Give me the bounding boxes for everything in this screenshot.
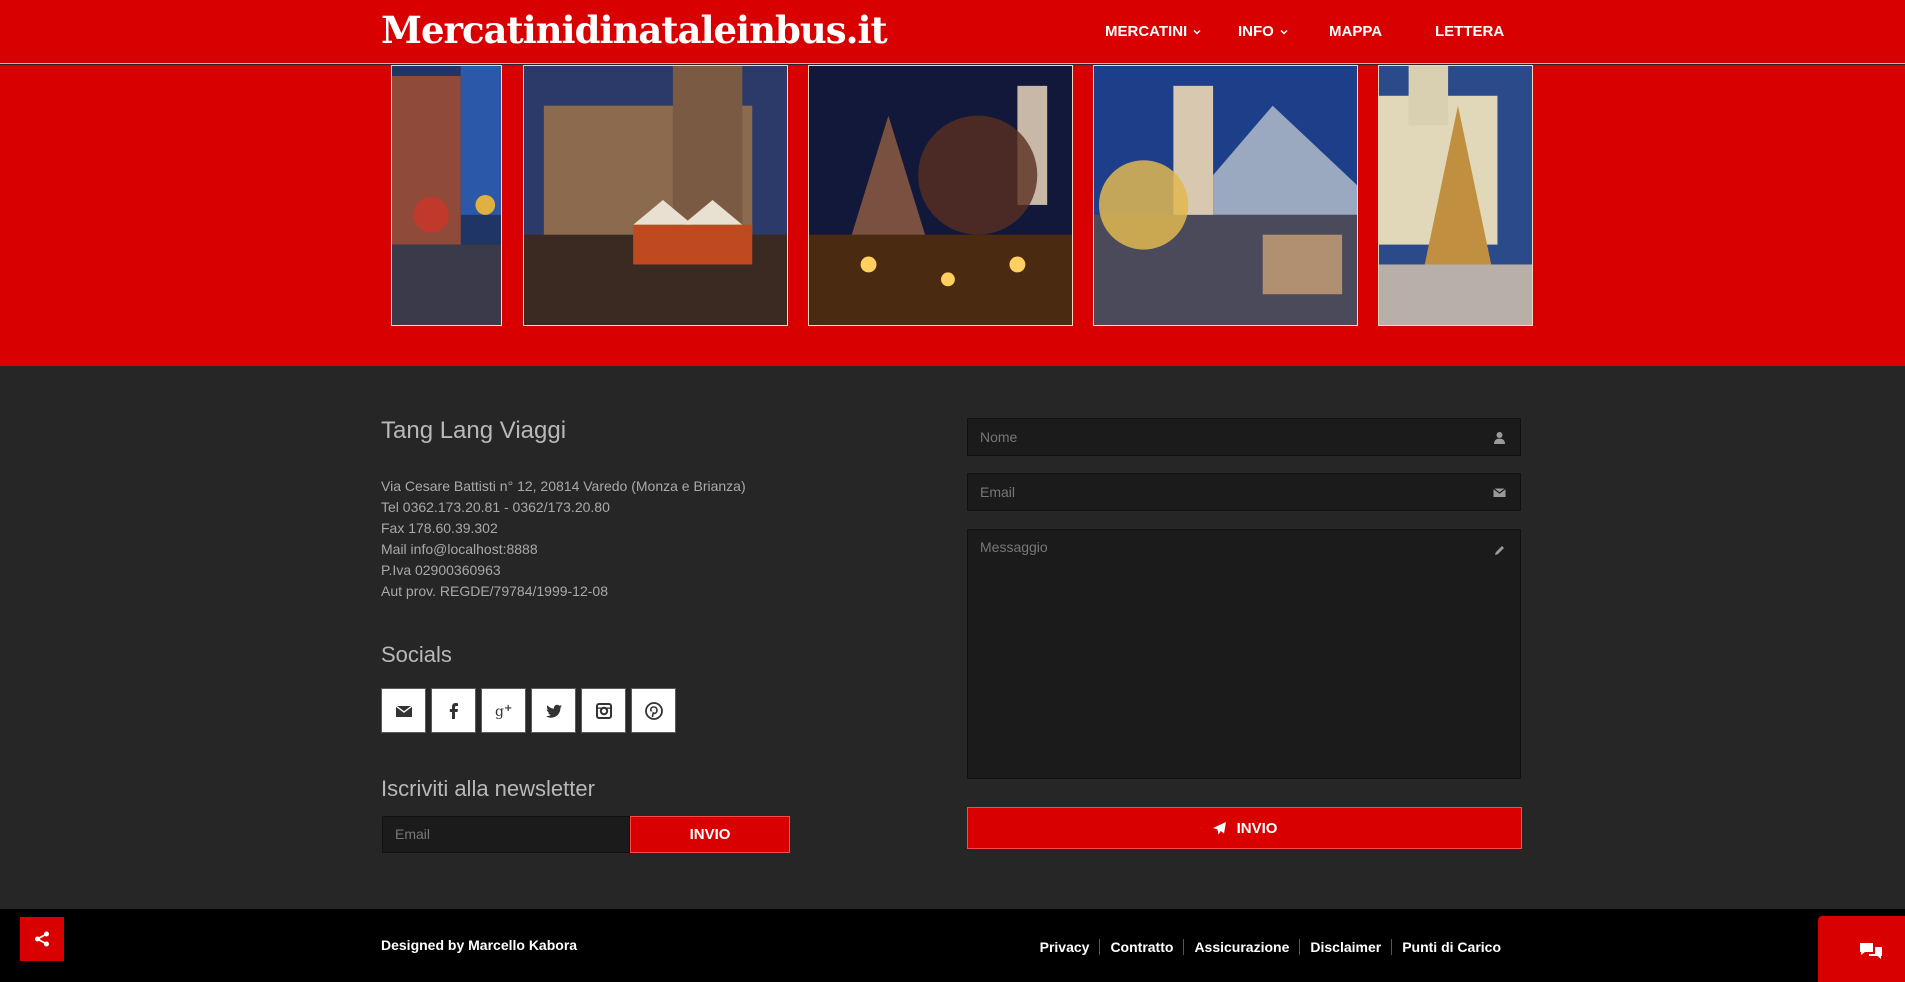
christmas-market-photo (524, 66, 787, 325)
envelope-icon (395, 704, 412, 717)
share-button[interactable] (20, 917, 64, 961)
company-info: Via Cesare Battisti n° 12, 20814 Varedo … (381, 476, 746, 602)
newsletter-email-input[interactable]: Email (382, 816, 630, 853)
vat-line: P.Iva 02900360963 (381, 562, 501, 578)
social-links: g + (381, 688, 676, 733)
envelope-icon (1493, 488, 1506, 497)
carousel-slide[interactable] (523, 65, 788, 326)
nav-item-mappa[interactable]: MAPPA (1329, 23, 1382, 40)
designer-credit: Designed by Marcello Kabora (381, 937, 578, 953)
field-placeholder: Nome (980, 429, 1018, 445)
footer-contact-section: Tang Lang Viaggi Via Cesare Battisti n° … (0, 366, 1905, 909)
pinterest-icon (644, 701, 663, 720)
newsletter-submit-button[interactable]: INVIO (630, 816, 790, 853)
fax-line: Fax 178.60.39.302 (381, 520, 498, 536)
contact-name-input[interactable]: Nome (967, 418, 1521, 456)
footer-bottom-bar: Designed by Marcello Kabora Privacy Cont… (0, 909, 1905, 982)
christmas-market-photo (392, 66, 501, 325)
social-facebook-button[interactable] (431, 688, 476, 733)
address-line: Via Cesare Battisti n° 12, 20814 Varedo … (381, 478, 746, 494)
social-instagram-button[interactable] (581, 688, 626, 733)
chat-bubbles-icon (1859, 943, 1882, 959)
nav-item-lettera[interactable]: LETTERA (1435, 23, 1504, 40)
nav-item-mercatini[interactable]: MERCATINI (1105, 23, 1202, 40)
nav-item-label: MERCATINI (1105, 23, 1188, 40)
site-logo[interactable]: Mercatinidinataleinbus.it (381, 8, 888, 52)
company-name: Tang Lang Viaggi (381, 417, 567, 444)
social-email-button[interactable] (381, 688, 426, 733)
mail-line: Mail info@localhost:8888 (381, 541, 538, 557)
carousel-slide[interactable] (808, 65, 1073, 326)
footer-links: Privacy Contratto Assicurazione Disclaim… (1030, 939, 1511, 955)
nav-item-label: INFO (1238, 23, 1274, 40)
carousel-slide[interactable] (1378, 65, 1533, 326)
chevron-down-icon (1193, 29, 1201, 35)
photo-carousel (0, 65, 1905, 366)
christmas-market-photo (1379, 66, 1532, 325)
authorization-line: Aut prov. REGDE/79784/1999-12-08 (381, 583, 608, 599)
field-placeholder: Messaggio (980, 539, 1048, 555)
twitter-icon (545, 704, 562, 718)
field-placeholder: Email (980, 484, 1016, 500)
contact-submit-label: INVIO (1236, 819, 1278, 837)
phone-line: Tel 0362.173.20.81 - 0362/173.20.80 (381, 499, 610, 515)
paper-plane-icon (1212, 821, 1226, 834)
social-pinterest-button[interactable] (631, 688, 676, 733)
socials-heading: Socials (381, 642, 452, 667)
facebook-icon (449, 702, 458, 719)
social-google-plus-button[interactable]: g + (481, 688, 526, 733)
contact-submit-button[interactable]: INVIO (967, 807, 1522, 849)
chevron-down-icon (1280, 29, 1288, 35)
instagram-icon (595, 702, 612, 719)
contact-message-textarea[interactable]: Messaggio (967, 529, 1521, 779)
contact-email-input[interactable]: Email (967, 473, 1521, 511)
chat-button[interactable] (1818, 916, 1905, 982)
carousel-slide[interactable] (391, 65, 502, 326)
footer-link-privacy[interactable]: Privacy (1030, 939, 1100, 955)
nav-item-label: MAPPA (1329, 23, 1383, 40)
newsletter-heading: Iscriviti alla newsletter (381, 776, 595, 801)
carousel-slide[interactable] (1093, 65, 1358, 326)
pencil-icon (1495, 546, 1504, 555)
site-header: Mercatinidinataleinbus.it MERCATINI INFO… (0, 0, 1905, 64)
share-icon (35, 931, 49, 947)
nav-item-info[interactable]: INFO (1238, 23, 1289, 40)
social-twitter-button[interactable] (531, 688, 576, 733)
footer-link-disclaimer[interactable]: Disclaimer (1299, 939, 1391, 955)
footer-link-contratto[interactable]: Contratto (1099, 939, 1183, 955)
christmas-market-photo (1094, 66, 1357, 325)
footer-link-assicurazione[interactable]: Assicurazione (1183, 939, 1299, 955)
svg-text:g: g (495, 704, 504, 720)
google-plus-icon: g + (495, 703, 512, 720)
nav-item-label: LETTERA (1435, 23, 1505, 40)
svg-text:+: + (504, 703, 512, 714)
christmas-market-photo (809, 66, 1072, 325)
footer-link-punti-di-carico[interactable]: Punti di Carico (1391, 939, 1511, 955)
user-icon (1494, 432, 1505, 444)
